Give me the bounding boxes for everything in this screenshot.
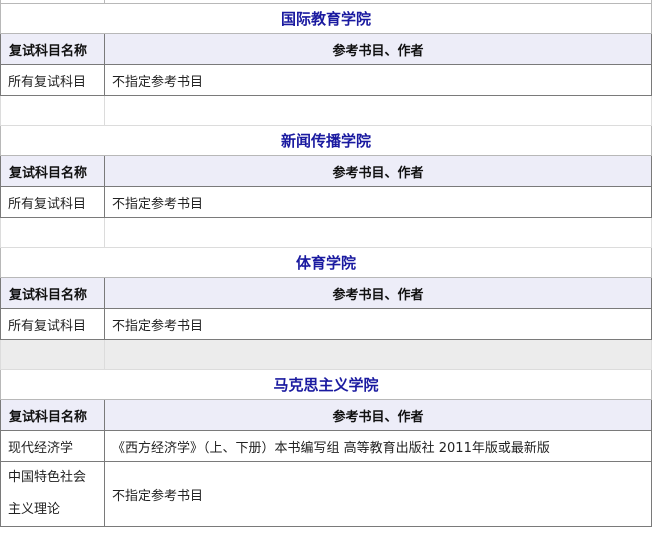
spacer-cell-2 — [104, 95, 652, 126]
cell-subject-text: 中国特色社会主义理论 — [8, 470, 87, 517]
header-subject: 复试科目名称 — [0, 277, 105, 309]
section-title-row: 马克思主义学院 — [0, 369, 652, 400]
table-row: 所有复试科目 不指定参考书目 — [0, 64, 652, 96]
table-header-row: 复试科目名称 参考书目、作者 — [0, 33, 652, 65]
spacer-row — [0, 95, 652, 126]
header-books: 参考书目、作者 — [104, 277, 652, 309]
section-title-row: 体育学院 — [0, 247, 652, 278]
header-books: 参考书目、作者 — [104, 399, 652, 431]
section-title: 国际教育学院 — [0, 3, 652, 34]
cell-books: 不指定参考书目 — [104, 308, 652, 340]
section-title-row: 国际教育学院 — [0, 3, 652, 34]
spacer-row — [0, 217, 652, 248]
cell-subject: 现代经济学 — [0, 430, 105, 462]
header-books: 参考书目、作者 — [104, 155, 652, 187]
section-title: 体育学院 — [0, 247, 652, 278]
cell-books: 不指定参考书目 — [104, 64, 652, 96]
spacer-cell-1 — [0, 217, 105, 248]
cell-books: 不指定参考书目 — [104, 186, 652, 218]
spacer-cell-2 — [104, 217, 652, 248]
spacer-cell-1 — [0, 95, 105, 126]
spacer-cell-2 — [104, 339, 652, 370]
cell-books: 不指定参考书目 — [104, 461, 652, 527]
cell-subject: 所有复试科目 — [0, 64, 105, 96]
reference-books-table: 国际教育学院 复试科目名称 参考书目、作者 所有复试科目 不指定参考书目 新闻传… — [0, 0, 652, 527]
table-row: 现代经济学 《西方经济学》（上、下册）本书编写组 高等教育出版社 2011年版或… — [0, 430, 652, 462]
section-title-row: 新闻传播学院 — [0, 125, 652, 156]
table-row: 所有复试科目 不指定参考书目 — [0, 186, 652, 218]
table-header-row: 复试科目名称 参考书目、作者 — [0, 277, 652, 309]
spacer-cell-1 — [0, 339, 105, 370]
section-title: 马克思主义学院 — [0, 369, 652, 400]
table-header-row: 复试科目名称 参考书目、作者 — [0, 399, 652, 431]
cell-subject: 所有复试科目 — [0, 308, 105, 340]
cell-subject: 中国特色社会主义理论 — [0, 461, 105, 527]
header-subject: 复试科目名称 — [0, 155, 105, 187]
header-subject: 复试科目名称 — [0, 33, 105, 65]
table-row: 中国特色社会主义理论 不指定参考书目 — [0, 461, 652, 527]
section-title: 新闻传播学院 — [0, 125, 652, 156]
header-subject: 复试科目名称 — [0, 399, 105, 431]
cell-books: 《西方经济学》（上、下册）本书编写组 高等教育出版社 2011年版或最新版 — [104, 430, 652, 462]
table-row: 所有复试科目 不指定参考书目 — [0, 308, 652, 340]
table-header-row: 复试科目名称 参考书目、作者 — [0, 155, 652, 187]
header-books: 参考书目、作者 — [104, 33, 652, 65]
cell-subject: 所有复试科目 — [0, 186, 105, 218]
spacer-row — [0, 339, 652, 370]
